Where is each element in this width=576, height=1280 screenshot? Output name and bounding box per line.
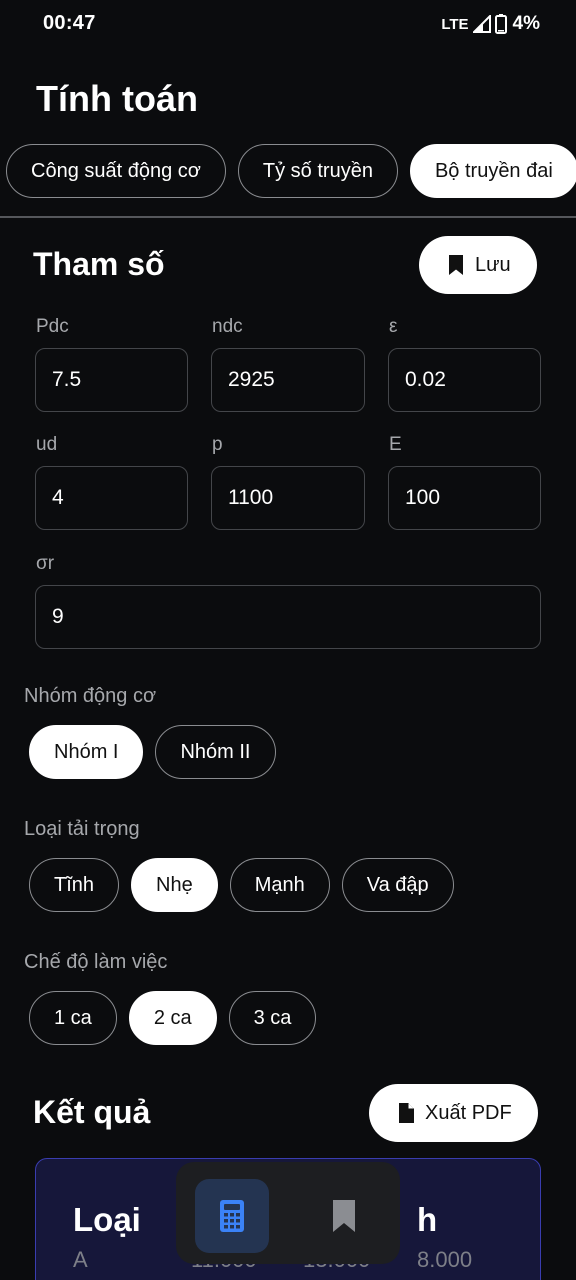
status-time: 00:47 (43, 12, 96, 34)
sigma-input[interactable]: 9 (35, 585, 541, 649)
field-label-sigma: σr (36, 553, 55, 574)
tab-belt-drive[interactable]: Bộ truyền đai (409, 144, 576, 198)
ndc-input[interactable]: 2925 (211, 348, 365, 412)
field-label-ud: ud (36, 434, 58, 455)
file-icon (399, 1103, 414, 1123)
chip-shift-3[interactable]: 3 ca (228, 991, 317, 1045)
tab-bar: Công suất động cơ Tỷ số truyền Bộ truyền… (6, 144, 576, 198)
p-input[interactable]: 1100 (211, 466, 365, 530)
field-label-pdc: Pdc (36, 316, 69, 337)
export-pdf-button[interactable]: Xuất PDF (369, 1084, 538, 1142)
result-h-value: 8.000 (417, 1247, 473, 1272)
status-icons: LTE 4% (441, 13, 540, 35)
page-title: Tính toán (36, 78, 198, 119)
chip-shift-2[interactable]: 2 ca (128, 991, 217, 1045)
chip-shift-1[interactable]: 1 ca (29, 991, 117, 1045)
result-type-header: Loại (73, 1201, 141, 1238)
bottom-nav (176, 1162, 400, 1264)
field-label-e: E (389, 434, 402, 455)
work-mode-options: 1 ca 2 ca 3 ca (29, 991, 317, 1045)
tab-motor-power[interactable]: Công suất động cơ (6, 144, 226, 198)
epsilon-input[interactable]: 0.02 (388, 348, 541, 412)
work-mode-label: Chế độ làm việc (24, 951, 168, 973)
bookmark-icon (333, 1200, 355, 1232)
chip-load-light[interactable]: Nhẹ (131, 858, 218, 912)
engine-group-options: Nhóm I Nhóm II (29, 725, 276, 779)
chip-group-1[interactable]: Nhóm I (29, 725, 144, 779)
export-pdf-label: Xuất PDF (425, 1101, 512, 1124)
pdc-input[interactable]: 7.5 (35, 348, 188, 412)
load-type-options: Tĩnh Nhẹ Mạnh Va đập (29, 858, 454, 912)
battery-icon (494, 14, 507, 34)
tab-gear-ratio[interactable]: Tỷ số truyền (237, 144, 398, 198)
calculator-icon (220, 1200, 244, 1232)
save-label: Lưu (475, 253, 511, 276)
load-type-label: Loại tải trọng (24, 818, 140, 840)
bookmark-icon (449, 255, 463, 275)
chip-load-heavy[interactable]: Mạnh (229, 858, 330, 912)
save-button[interactable]: Lưu (419, 236, 537, 294)
nav-bookmarks[interactable] (307, 1179, 381, 1253)
divider (0, 216, 576, 218)
nav-calculator[interactable] (195, 1179, 269, 1253)
ud-input[interactable]: 4 (35, 466, 188, 530)
e-input[interactable]: 100 (388, 466, 541, 530)
signal-icon (472, 15, 491, 33)
params-title: Tham số (33, 246, 165, 282)
field-label-epsilon: ε (389, 316, 398, 337)
results-title: Kết quả (33, 1094, 151, 1130)
chip-load-static[interactable]: Tĩnh (29, 858, 120, 912)
battery-percent: 4% (512, 13, 540, 34)
status-bar: 00:47 LTE 4% (0, 0, 576, 48)
field-label-p: p (212, 434, 223, 455)
network-type: LTE (441, 15, 469, 33)
result-type-value: A (73, 1247, 88, 1272)
result-h-header: h (417, 1201, 438, 1238)
field-label-ndc: ndc (212, 316, 243, 337)
engine-group-label: Nhóm động cơ (24, 685, 157, 707)
chip-load-impact[interactable]: Va đập (341, 858, 454, 912)
chip-group-2[interactable]: Nhóm II (155, 725, 276, 779)
